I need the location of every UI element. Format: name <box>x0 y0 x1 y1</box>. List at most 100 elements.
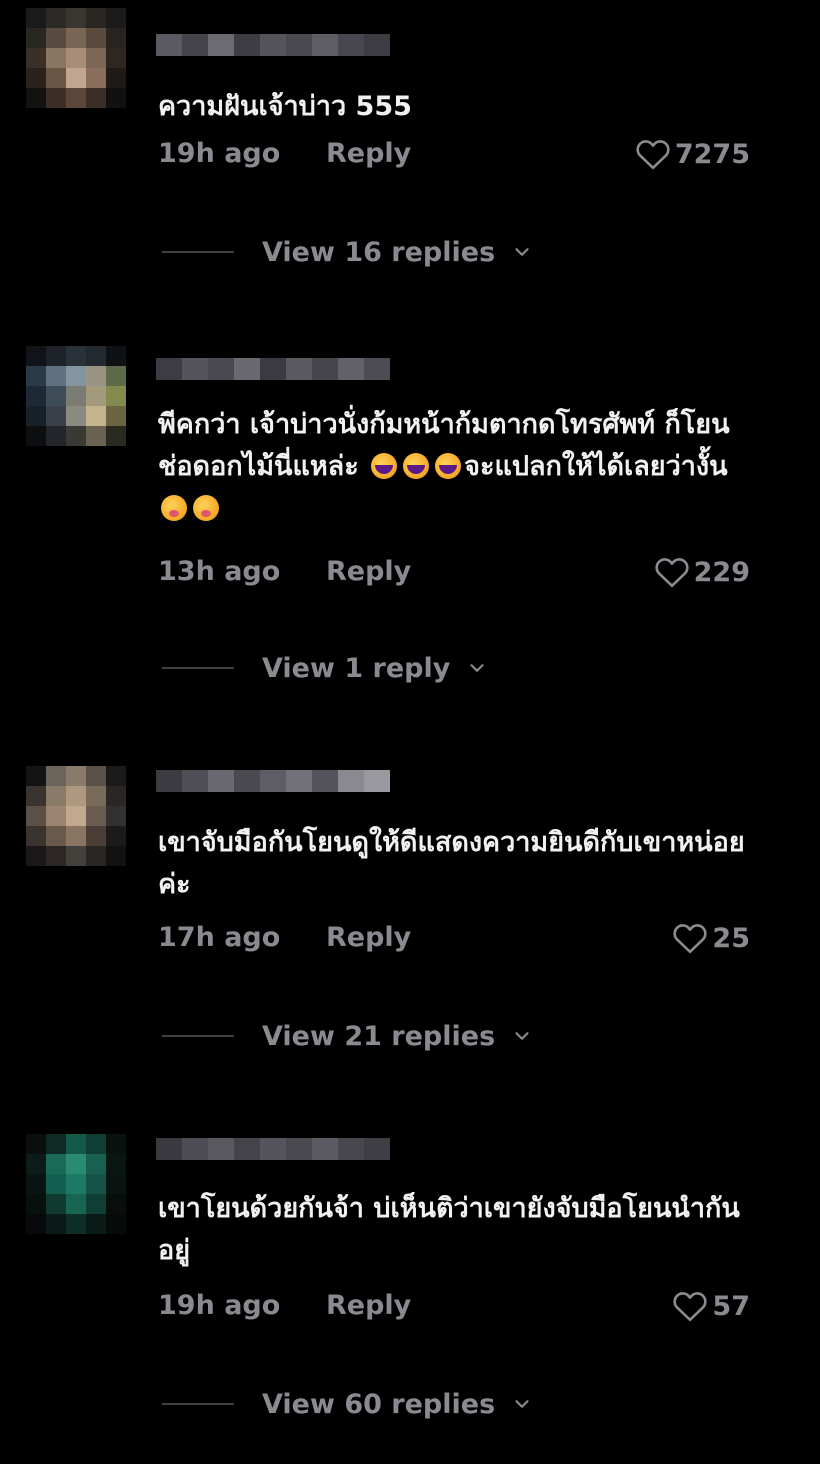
username-blurred[interactable] <box>156 34 390 56</box>
reply-button[interactable]: Reply <box>326 556 411 587</box>
avatar-pixel <box>26 48 46 68</box>
reply-button[interactable]: Reply <box>326 1290 411 1321</box>
avatar-pixel <box>66 786 86 806</box>
username-pixel <box>156 770 182 792</box>
username-pixel <box>208 358 234 380</box>
avatar-pixel <box>26 8 46 28</box>
avatar-pixel <box>106 826 126 846</box>
timestamp: 17h ago <box>158 922 281 953</box>
username-pixel <box>338 358 364 380</box>
avatar-pixel <box>106 386 126 406</box>
username-blurred[interactable] <box>156 770 390 792</box>
username-pixel <box>312 770 338 792</box>
avatar-pixel <box>66 426 86 446</box>
avatar-pixel <box>106 1174 126 1194</box>
avatar-pixel <box>46 806 66 826</box>
timestamp: 19h ago <box>158 1290 281 1321</box>
avatar-pixel <box>86 88 106 108</box>
avatar-pixel <box>46 1134 66 1154</box>
avatar-pixel <box>106 1194 126 1214</box>
username-pixel <box>208 34 234 56</box>
username-pixel <box>286 770 312 792</box>
avatar-pixel <box>66 28 86 48</box>
view-replies-button[interactable]: View 21 replies <box>162 1016 533 1056</box>
avatar-pixel <box>106 346 126 366</box>
reply-button[interactable]: Reply <box>326 138 411 169</box>
avatar[interactable] <box>26 766 126 866</box>
avatar-pixel <box>86 806 106 826</box>
username-blurred[interactable] <box>156 1138 390 1160</box>
avatar-pixel <box>66 346 86 366</box>
username-pixel <box>312 358 338 380</box>
rofl-emoji-icon <box>371 453 398 479</box>
avatar-pixel <box>106 1154 126 1174</box>
avatar-pixel <box>86 426 106 446</box>
comment-meta: 19h ago Reply 7275 <box>158 138 758 178</box>
avatar-pixel <box>46 406 66 426</box>
avatar-pixel <box>86 1194 106 1214</box>
drooling-emoji-icon <box>193 495 219 521</box>
username-pixel <box>234 770 260 792</box>
username-pixel <box>260 34 286 56</box>
avatar-pixel <box>46 68 66 88</box>
avatar-pixel <box>86 406 106 426</box>
avatar-pixel <box>26 806 46 826</box>
username-blurred[interactable] <box>156 358 390 380</box>
view-replies-label: View 21 replies <box>262 1020 496 1052</box>
avatar-pixel <box>66 826 86 846</box>
username-pixel <box>338 1138 364 1160</box>
timestamp: 19h ago <box>158 138 281 169</box>
avatar-pixel <box>26 366 46 386</box>
avatar-pixel <box>86 1154 106 1174</box>
like-button[interactable]: 57 <box>672 1290 750 1322</box>
avatar-pixel <box>66 1154 86 1174</box>
reply-button[interactable]: Reply <box>326 922 411 953</box>
avatar-pixel <box>106 48 126 68</box>
avatar-pixel <box>86 28 106 48</box>
avatar-pixel <box>106 786 126 806</box>
divider-line <box>162 251 234 253</box>
like-button[interactable]: 229 <box>654 556 750 588</box>
username-pixel <box>156 34 182 56</box>
avatar-pixel <box>26 68 46 88</box>
avatar-pixel <box>86 766 106 786</box>
avatar-pixel <box>106 406 126 426</box>
avatar-pixel <box>26 846 46 866</box>
view-replies-button[interactable]: View 1 reply <box>162 648 488 688</box>
username-pixel <box>182 358 208 380</box>
avatar-pixel <box>66 68 86 88</box>
avatar[interactable] <box>26 8 126 108</box>
chevron-down-icon <box>515 1032 529 1040</box>
avatar-pixel <box>66 1134 86 1154</box>
avatar[interactable] <box>26 346 126 446</box>
avatar-pixel <box>86 366 106 386</box>
username-pixel <box>156 1138 182 1160</box>
avatar-pixel <box>66 1174 86 1194</box>
chevron-down-icon <box>470 664 484 672</box>
avatar-pixel <box>86 1134 106 1154</box>
username-pixel <box>286 1138 312 1160</box>
timestamp: 13h ago <box>158 556 281 587</box>
like-button[interactable]: 7275 <box>635 138 750 170</box>
avatar-pixel <box>106 8 126 28</box>
avatar-pixel <box>106 806 126 826</box>
drooling-emoji-icon <box>161 495 187 521</box>
avatar-pixel <box>26 1154 46 1174</box>
avatar-pixel <box>106 28 126 48</box>
heart-icon <box>673 1292 708 1322</box>
like-button[interactable]: 25 <box>672 922 750 954</box>
username-pixel <box>260 1138 286 1160</box>
username-pixel <box>234 1138 260 1160</box>
avatar-pixel <box>86 1214 106 1234</box>
avatar-pixel <box>26 28 46 48</box>
view-replies-button[interactable]: View 16 replies <box>162 232 533 272</box>
chevron-down-icon <box>515 248 529 256</box>
avatar-pixel <box>106 366 126 386</box>
avatar[interactable] <box>26 1134 126 1234</box>
view-replies-button[interactable]: View 60 replies <box>162 1384 533 1424</box>
comment-text-tail: จะแปลกให้ได้เลยว่างั้น <box>464 451 728 482</box>
avatar-pixel <box>106 68 126 88</box>
avatar-pixel <box>46 366 66 386</box>
avatar-pixel <box>46 1214 66 1234</box>
username-pixel <box>312 34 338 56</box>
